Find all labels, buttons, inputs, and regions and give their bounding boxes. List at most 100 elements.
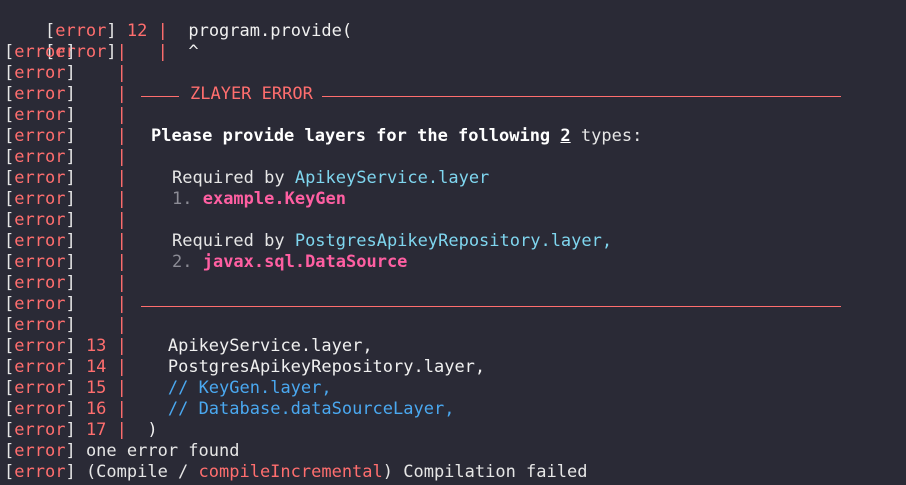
output-line: [error] 16 | // Database.dataSourceLayer…	[4, 399, 904, 420]
tag-bracket: ]	[65, 315, 76, 335]
tag-bracket: [	[4, 42, 15, 62]
requirement-item: 1. example.KeyGen	[172, 189, 346, 210]
line-number: 14	[85, 357, 107, 377]
error-tag: error	[14, 63, 66, 83]
error-count-summary: one error found	[85, 441, 240, 461]
message-text: Please provide layers for the following	[151, 126, 561, 146]
error-tag: error	[14, 420, 66, 440]
gutter-bar: |	[116, 63, 127, 83]
tag-bracket: [	[4, 336, 15, 356]
tag-bracket: [	[4, 126, 15, 146]
gutter-bar: |	[116, 294, 127, 314]
error-tag: error	[14, 336, 66, 356]
error-tag: error	[14, 168, 66, 188]
output-line: [error] |	[4, 147, 904, 168]
tag-bracket: [	[4, 105, 15, 125]
tag-bracket: ]	[65, 105, 76, 125]
tag-bracket: [	[4, 441, 15, 461]
compile-task-name: compileIncremental	[198, 462, 383, 482]
terminal-output: [error] 12 | program.provide( [error] | …	[0, 0, 906, 485]
tag-bracket: [	[4, 231, 15, 251]
tag-bracket: [	[4, 147, 15, 167]
tag-bracket: [	[4, 189, 15, 209]
tag-bracket: ]	[65, 84, 76, 104]
error-tag: error	[14, 294, 66, 314]
required-by-label: Required by	[172, 231, 295, 251]
gutter-bar: |	[116, 252, 127, 272]
required-by-layer: ApikeyService.layer	[294, 168, 490, 188]
tag-bracket: ]	[65, 336, 76, 356]
compile-status-suffix: ) Compilation failed	[382, 462, 588, 482]
gutter-bar: |	[116, 42, 127, 62]
tag-bracket: [	[4, 462, 15, 482]
tag-bracket: ]	[65, 126, 76, 146]
error-tag: error	[14, 441, 66, 461]
tag-bracket: [	[4, 378, 15, 398]
tag-bracket: ]	[65, 63, 76, 83]
tag-bracket: [	[4, 84, 15, 104]
tag-bracket: ]	[65, 231, 76, 251]
gutter-bar: |	[116, 357, 127, 377]
error-tag: error	[14, 189, 66, 209]
gutter-bar: |	[116, 105, 127, 125]
requirement-index: 2.	[172, 252, 203, 272]
tag-bracket: ]	[65, 462, 76, 482]
tag-bracket: ]	[65, 252, 76, 272]
error-tag: error	[14, 462, 66, 482]
tag-bracket: [	[4, 168, 15, 188]
output-line: [error] 13 | ApikeyService.layer,	[4, 336, 904, 357]
tag-bracket: ]	[65, 210, 76, 230]
error-tag: error	[14, 147, 66, 167]
output-line: [error] 14 | PostgresApikeyRepository.la…	[4, 357, 904, 378]
tag-bracket: [	[4, 315, 15, 335]
output-line: [error] |	[4, 63, 904, 84]
output-line: [error] |	[4, 252, 904, 273]
error-tag: error	[14, 378, 66, 398]
message-count: 2	[560, 126, 571, 146]
required-by-layer: PostgresApikeyRepository.layer,	[294, 231, 613, 251]
output-line: [error] |	[4, 84, 904, 105]
tag-bracket: ]	[65, 273, 76, 293]
gutter-bar: |	[116, 273, 127, 293]
tag-bracket: [	[4, 252, 15, 272]
tag-bracket: ]	[65, 420, 76, 440]
line-number: 15	[85, 378, 107, 398]
gutter-bar: |	[116, 420, 127, 440]
error-tag: error	[14, 273, 66, 293]
zlayer-footer-rule	[141, 306, 841, 307]
zlayer-header-rule-left	[141, 96, 179, 97]
gutter-bar: |	[116, 84, 127, 104]
gutter-bar: |	[116, 399, 127, 419]
zlayer-error-header: ZLAYER ERROR	[190, 84, 313, 104]
error-tag: error	[14, 84, 66, 104]
requirement-item: 2. javax.sql.DataSource	[172, 252, 407, 273]
tag-bracket: ]	[65, 357, 76, 377]
requirement-required-by: Required by PostgresApikeyRepository.lay…	[172, 231, 612, 252]
code-text: PostgresApikeyRepository.layer,	[126, 357, 486, 377]
output-line: [error] |	[4, 210, 904, 231]
gutter-bar: |	[116, 315, 127, 335]
gutter-bar: |	[116, 168, 127, 188]
tag-bracket: ]	[65, 378, 76, 398]
error-tag: error	[14, 357, 66, 377]
tag-bracket: ]	[65, 441, 76, 461]
error-tag: error	[14, 315, 66, 335]
zlayer-header-rule-right	[322, 96, 841, 97]
output-line: [error] |	[4, 294, 904, 315]
required-type: example.KeyGen	[202, 189, 347, 209]
gutter-bar: |	[116, 336, 127, 356]
tag-bracket: ]	[65, 294, 76, 314]
output-line: [error] |	[4, 105, 904, 126]
tag-bracket: [	[4, 357, 15, 377]
required-by-label: Required by	[172, 168, 295, 188]
tag-bracket: [	[4, 63, 15, 83]
tag-bracket: ]	[65, 399, 76, 419]
zlayer-message: Please provide layers for the following …	[151, 126, 642, 147]
code-comment: // Database.dataSourceLayer,	[126, 399, 455, 419]
requirement-index: 1.	[172, 189, 203, 209]
tag-bracket: [	[4, 420, 15, 440]
error-tag: error	[14, 42, 66, 62]
output-line: [error] 12 | program.provide(	[4, 0, 904, 41]
line-number: 13	[85, 336, 107, 356]
compile-status-prefix: (Compile /	[85, 462, 199, 482]
